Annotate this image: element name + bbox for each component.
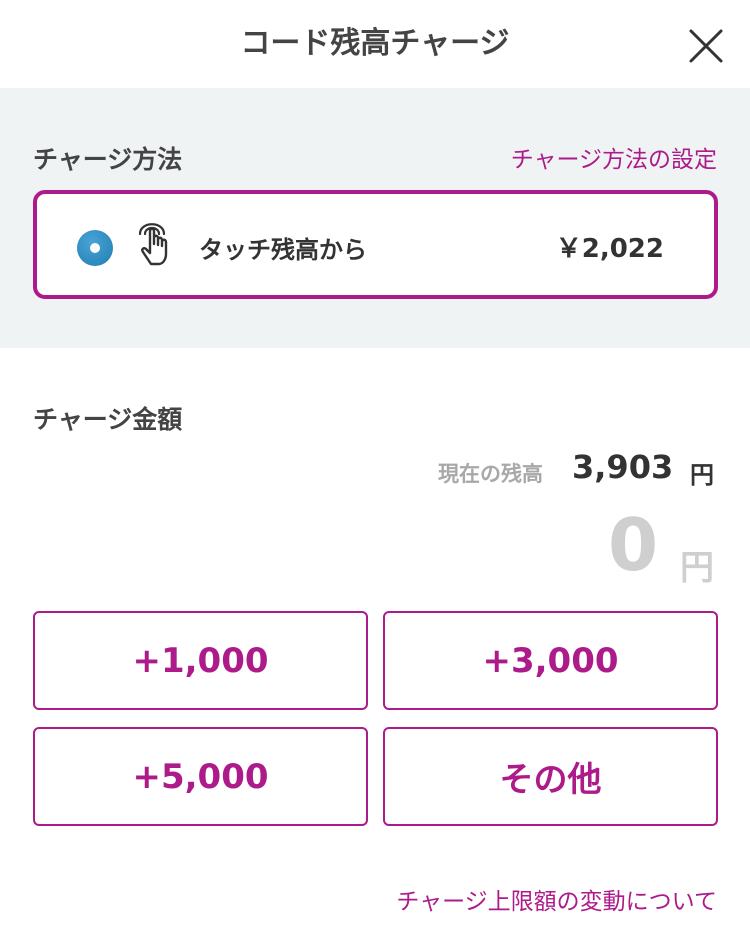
add-5000-button[interactable]: +5,000 [33, 727, 368, 826]
charge-method-label: チャージ方法 [33, 145, 183, 174]
charge-amount-unit: 円 [680, 548, 714, 588]
charge-limit-link[interactable]: チャージ上限額の変動について [396, 882, 717, 916]
charge-method-settings-link[interactable]: チャージ方法の設定 [511, 140, 717, 174]
add-3000-button[interactable]: +3,000 [383, 611, 718, 710]
other-amount-button[interactable]: その他 [383, 727, 718, 826]
page-title: コード残高チャージ [240, 26, 510, 61]
charge-method-section: チャージ方法 チャージ方法の設定 タッチ残高から ￥2,022 [0, 88, 750, 348]
header: コード残高チャージ [0, 0, 750, 88]
current-balance-unit: 円 [690, 461, 714, 489]
current-balance-value: 3,903 [572, 448, 674, 486]
charge-amount-label: チャージ金額 [33, 405, 183, 434]
charge-amount-value: 0 [608, 503, 659, 587]
close-icon [689, 29, 723, 63]
method-name: タッチ残高から [199, 236, 367, 264]
method-balance: ￥2,022 [555, 234, 664, 264]
add-1000-button[interactable]: +1,000 [33, 611, 368, 710]
close-button[interactable] [682, 22, 730, 70]
touch-hand-icon [138, 223, 168, 266]
method-radio[interactable] [77, 230, 113, 266]
selected-method-card[interactable]: タッチ残高から ￥2,022 [33, 190, 718, 299]
current-balance-label: 現在の残高 [438, 462, 543, 486]
